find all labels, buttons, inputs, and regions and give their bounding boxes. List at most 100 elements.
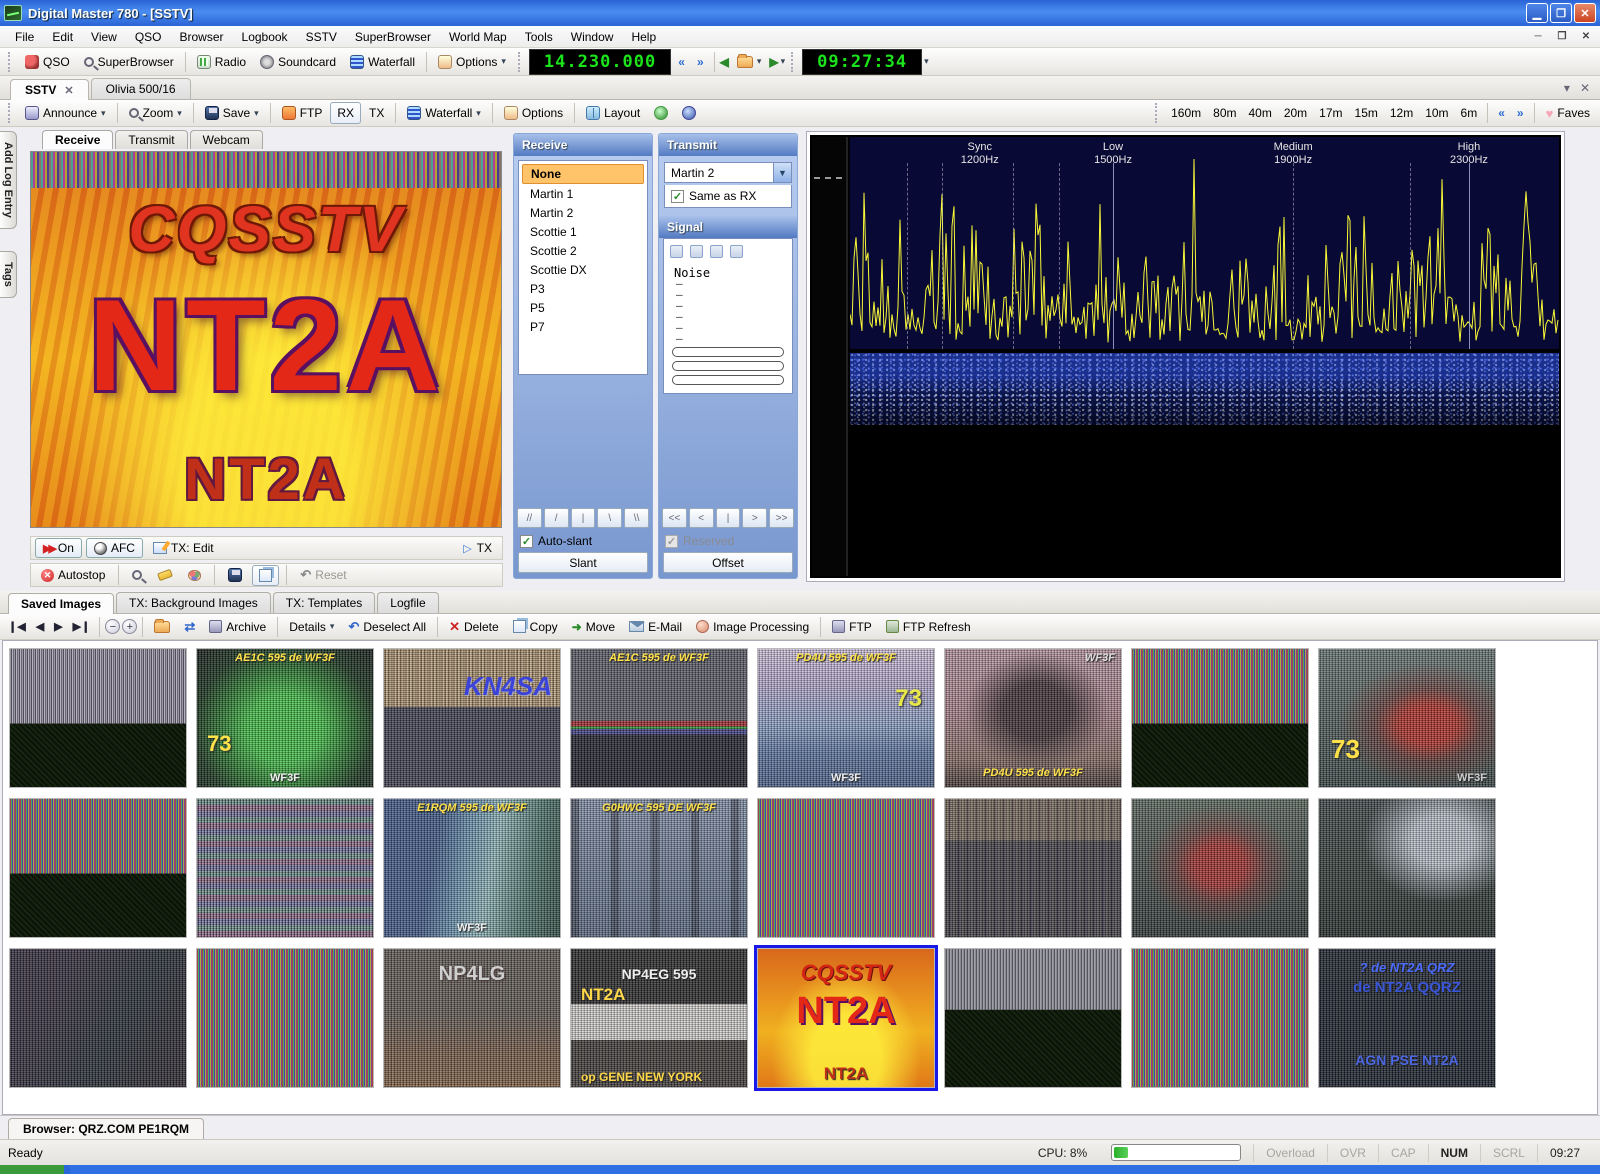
- level-threshold-marker[interactable]: [814, 177, 842, 179]
- next-macro-icon[interactable]: ▶: [769, 55, 778, 69]
- mode-none[interactable]: None: [522, 164, 644, 184]
- thumbnail[interactable]: [196, 798, 374, 938]
- clock-display[interactable]: 09:27:34: [802, 49, 922, 75]
- sstv-options-button[interactable]: Options: [498, 103, 569, 123]
- thumbnail[interactable]: 73WF3F: [1318, 648, 1496, 788]
- band-forward-button[interactable]: »: [1512, 104, 1529, 122]
- thumbnail[interactable]: KN4SA: [383, 648, 561, 788]
- received-sstv-image[interactable]: CQSSTV NT2A NT2A: [30, 151, 502, 528]
- band-6m[interactable]: 6m: [1456, 103, 1483, 123]
- offset-button[interactable]: Offset: [663, 552, 793, 573]
- layout-button[interactable]: Layout: [580, 103, 646, 123]
- tab-receive[interactable]: Receive: [42, 130, 113, 149]
- menu-view[interactable]: View: [82, 28, 126, 46]
- thumbnail[interactable]: E1RQM 595 de WF3FWF3F: [383, 798, 561, 938]
- thumbnail[interactable]: [757, 798, 935, 938]
- folder-button[interactable]: ▾: [731, 53, 768, 71]
- mdi-close-icon[interactable]: ✕: [1578, 30, 1594, 44]
- band-15m[interactable]: 15m: [1350, 103, 1383, 123]
- magnify-tool-button[interactable]: [126, 567, 148, 583]
- offset-far-right-button[interactable]: >>: [769, 508, 794, 528]
- waterfall-toggle-button[interactable]: Waterfall▾: [401, 103, 486, 123]
- faves-button[interactable]: ♥Faves: [1540, 103, 1596, 124]
- freq-back-button[interactable]: «: [673, 53, 690, 71]
- frequency-display[interactable]: 14.230.000: [529, 49, 671, 75]
- band-40m[interactable]: 40m: [1243, 103, 1276, 123]
- offset-center-button[interactable]: |: [716, 508, 741, 528]
- refresh-button[interactable]: ⇄: [178, 616, 201, 638]
- palette-tool-button[interactable]: [182, 567, 207, 584]
- thumbnail[interactable]: [944, 948, 1122, 1088]
- waterfall-button[interactable]: Waterfall: [344, 52, 421, 72]
- slant-hard-left-button[interactable]: //: [517, 508, 542, 528]
- signal-slider-3[interactable]: [672, 375, 784, 385]
- menu-superbrowser[interactable]: SuperBrowser: [346, 28, 440, 46]
- thumbnail[interactable]: [1131, 648, 1309, 788]
- menu-tools[interactable]: Tools: [516, 28, 562, 46]
- image-processing-button[interactable]: Image Processing: [690, 617, 815, 637]
- thumbnail[interactable]: [1131, 798, 1309, 938]
- tab-close-icon[interactable]: ✕: [64, 84, 73, 97]
- deselect-all-button[interactable]: ↶Deselect All: [342, 616, 432, 638]
- eraser-tool-button[interactable]: [152, 568, 178, 582]
- menu-worldmap[interactable]: World Map: [440, 28, 516, 46]
- add-log-entry-tab[interactable]: Add Log Entry: [0, 131, 17, 229]
- thumbnail-selected[interactable]: CQSSTVNT2ANT2A: [757, 948, 935, 1088]
- globe-button[interactable]: [648, 103, 674, 123]
- signal-toggle-4[interactable]: [730, 245, 743, 258]
- maximize-button[interactable]: ❐: [1550, 3, 1572, 23]
- same-as-rx-checkbox[interactable]: ✓: [671, 190, 684, 203]
- tab-list-arrow-icon[interactable]: ▾: [1564, 81, 1570, 95]
- signal-toggle-1[interactable]: [670, 245, 683, 258]
- waterfall-band[interactable]: [850, 353, 1559, 425]
- options-button[interactable]: Options▾: [432, 52, 512, 72]
- radio-button[interactable]: Radio: [191, 52, 252, 72]
- copy-image-button[interactable]: [252, 565, 279, 586]
- spectrum-display[interactable]: Sync1200Hz Low1500Hz Medium1900Hz High23…: [850, 137, 1559, 349]
- thumbnail[interactable]: [196, 948, 374, 1088]
- offset-left-button[interactable]: <: [689, 508, 714, 528]
- ftp-button[interactable]: FTP: [276, 103, 329, 123]
- menu-window[interactable]: Window: [562, 28, 623, 46]
- reset-button[interactable]: ↶Reset: [294, 564, 352, 586]
- thumbnail[interactable]: AE1C 595 de WF3F73WF3F: [196, 648, 374, 788]
- thumbnail[interactable]: [1318, 798, 1496, 938]
- mode-p7[interactable]: P7: [522, 318, 644, 336]
- soundcard-button[interactable]: Soundcard: [254, 52, 342, 72]
- save-button[interactable]: Save▾: [199, 103, 265, 123]
- superbrowser-button[interactable]: SuperBrowser: [78, 52, 180, 72]
- thumbnail[interactable]: [9, 948, 187, 1088]
- band-12m[interactable]: 12m: [1385, 103, 1418, 123]
- slant-center-button[interactable]: |: [571, 508, 596, 528]
- tab-logfile[interactable]: Logfile: [377, 592, 438, 613]
- tx-edit-button[interactable]: TX: Edit: [147, 538, 220, 558]
- band-20m[interactable]: 20m: [1279, 103, 1312, 123]
- thumbnail[interactable]: NP4LG: [383, 948, 561, 1088]
- on-button[interactable]: ▶▶On: [35, 538, 82, 558]
- slant-left-button[interactable]: /: [544, 508, 569, 528]
- menu-edit[interactable]: Edit: [43, 28, 82, 46]
- thumbnail[interactable]: PD4U 595 de WF3F73WF3F: [757, 648, 935, 788]
- autostop-button[interactable]: ✕Autostop: [35, 565, 111, 585]
- mode-scottie2[interactable]: Scottie 2: [522, 242, 644, 260]
- next-image-button[interactable]: ▶: [50, 618, 66, 635]
- zoom-in-icon[interactable]: +: [122, 619, 137, 634]
- help-button[interactable]: [676, 103, 702, 123]
- email-button[interactable]: E-Mail: [623, 617, 688, 637]
- slant-hard-right-button[interactable]: \\: [624, 508, 649, 528]
- ftp-upload-button[interactable]: FTP: [826, 617, 878, 637]
- menu-file[interactable]: File: [6, 28, 43, 46]
- zoom-out-icon[interactable]: −: [105, 619, 120, 634]
- delete-button[interactable]: ✕Delete: [443, 616, 505, 638]
- tab-saved-images[interactable]: Saved Images: [8, 593, 114, 614]
- save-image-button[interactable]: [222, 565, 248, 585]
- tab-olivia[interactable]: Olivia 500/16: [91, 78, 191, 99]
- first-image-button[interactable]: ❙◀: [4, 618, 30, 635]
- mode-scottie1[interactable]: Scottie 1: [522, 223, 644, 241]
- tab-webcam[interactable]: Webcam: [190, 130, 263, 149]
- thumbnail[interactable]: [9, 648, 187, 788]
- band-back-button[interactable]: «: [1493, 104, 1510, 122]
- menu-help[interactable]: Help: [622, 28, 665, 46]
- minimize-button[interactable]: ▁: [1526, 3, 1548, 23]
- thumbnail[interactable]: WF3FPD4U 595 de WF3F: [944, 648, 1122, 788]
